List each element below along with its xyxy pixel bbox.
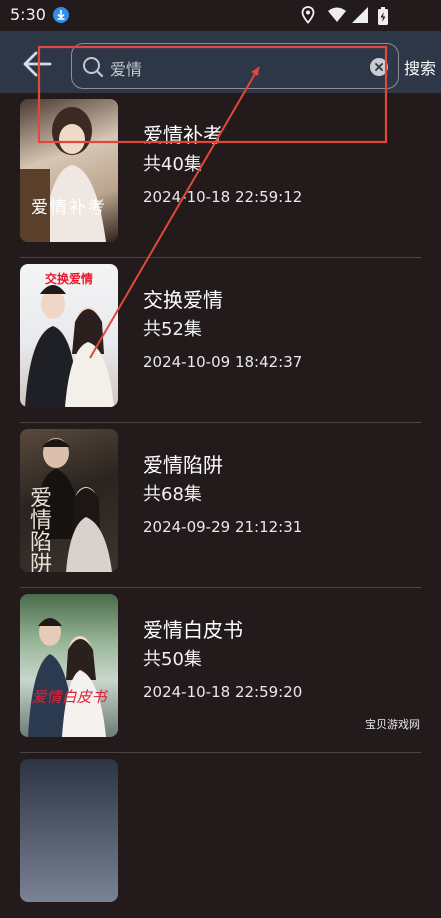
update-time: 2024-10-18 22:59:20 [143,683,303,701]
status-bar: 5:30 [0,0,441,31]
search-box[interactable] [71,43,399,89]
cover-title: 爱情白皮书 [31,688,107,706]
search-input[interactable] [108,52,362,84]
cover-image [20,759,118,902]
episode-count: 共52集 [143,319,202,340]
cover-title: 爱情补考 [31,198,107,218]
list-item[interactable]: 爱情补考 爱情补考 共40集 2024-10-18 22:59:12 [0,93,441,258]
signal-icon [352,7,368,23]
clear-icon [375,63,383,71]
clear-search-button[interactable] [370,58,388,76]
cover-image: 爱情白皮书 [20,594,118,737]
cover-title: 爱情陷阱 [26,486,51,572]
list-item[interactable]: 爱情陷阱 爱情陷阱 共68集 2024-09-29 21:12:31 [0,423,441,588]
status-time: 5:30 [10,5,46,24]
cover-image: 交换爱情 [20,264,118,407]
drama-title: 爱情陷阱 [143,453,223,477]
back-button[interactable] [20,49,54,79]
search-icon [83,57,104,78]
location-icon [301,6,315,24]
drama-title: 交换爱情 [143,288,223,312]
episode-count: 共50集 [143,649,202,670]
drama-title: 爱情白皮书 [143,618,243,642]
wifi-icon [328,7,346,22]
episode-count: 共40集 [143,154,202,175]
search-header: 搜索 [0,31,441,93]
update-time: 2024-09-29 21:12:31 [143,518,303,536]
battery-icon [378,7,388,25]
back-arrow-icon [23,51,52,77]
cover-image: 爱情补考 [20,99,118,242]
cover-title: 交换爱情 [44,272,93,286]
search-button[interactable]: 搜索 [404,55,436,79]
download-icon [53,7,69,23]
list-item[interactable]: 交换爱情 交换爱情 共52集 2024-10-09 18:42:37 [0,258,441,423]
drama-title: 爱情补考 [143,123,223,147]
update-time: 2024-10-18 22:59:12 [143,188,303,206]
episode-count: 共68集 [143,484,202,505]
cover-image: 爱情陷阱 [20,429,118,572]
watermark: 宝贝游戏网 [365,718,420,731]
update-time: 2024-10-09 18:42:37 [143,353,303,371]
list-item-partial[interactable] [0,753,441,918]
